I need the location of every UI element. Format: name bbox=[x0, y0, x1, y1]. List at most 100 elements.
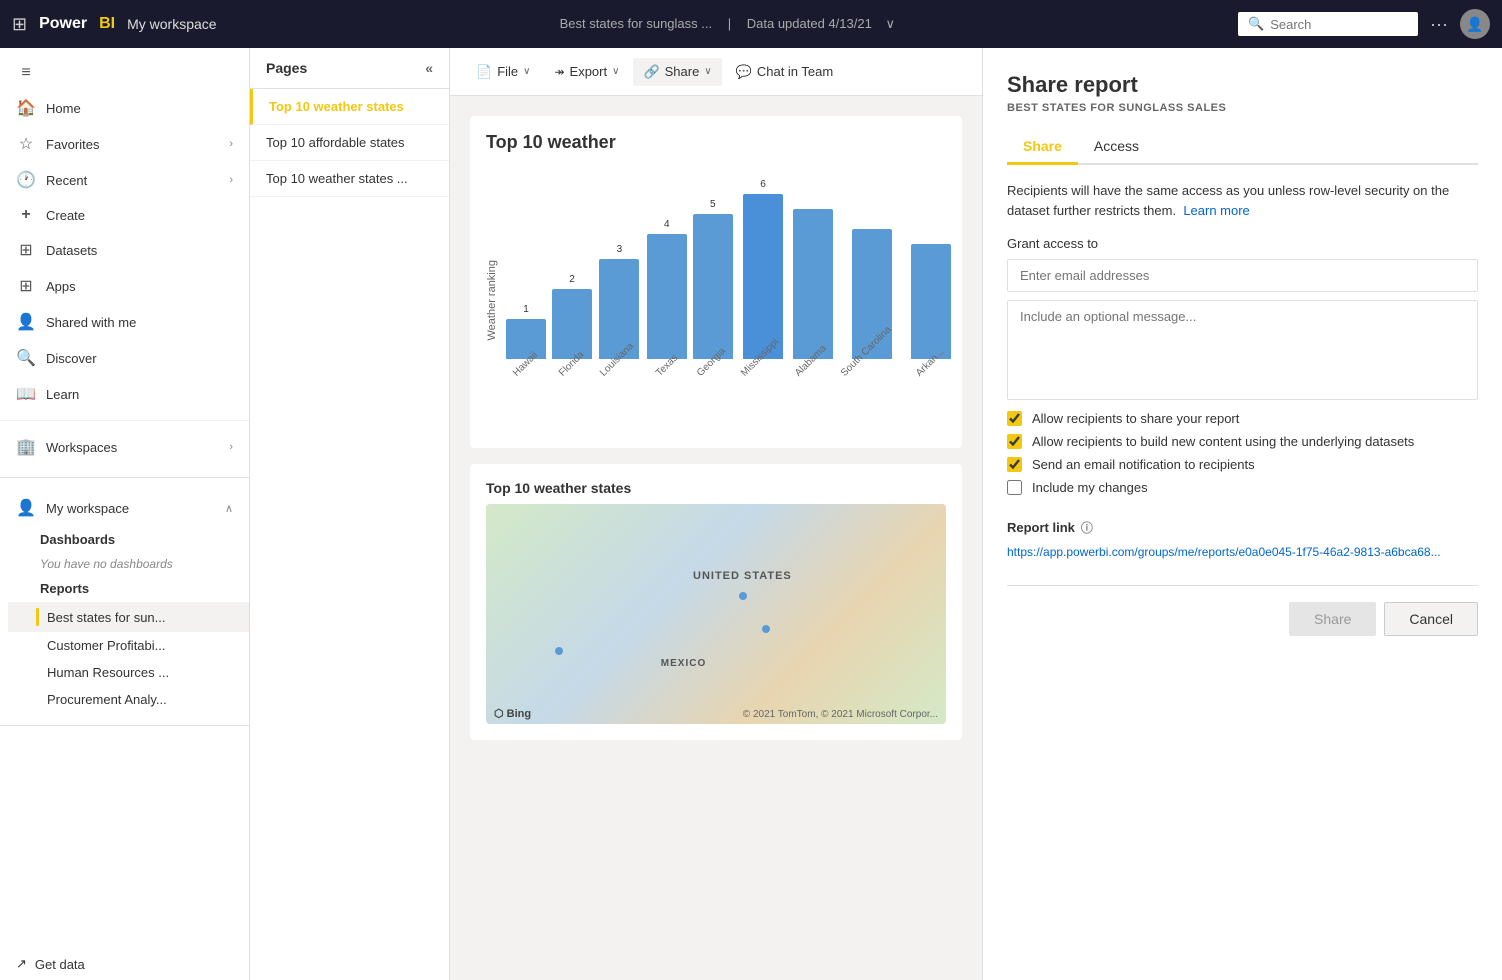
bar-chart-wrapper: Weather ranking 1 Hawaii 2 Florida bbox=[486, 169, 946, 432]
bar-florida: 2 Florida bbox=[552, 274, 592, 382]
sidebar-item-label: Create bbox=[46, 208, 85, 223]
share-link-section: Report link ⓘ https://app.powerbi.com/gr… bbox=[1007, 519, 1478, 561]
cancel-button[interactable]: Cancel bbox=[1384, 602, 1478, 636]
sidebar-workspaces[interactable]: 🏢 Workspaces › bbox=[0, 429, 249, 465]
sidebar-item-favorites[interactable]: ☆ Favorites › bbox=[0, 126, 249, 162]
share-panel-subtitle: BEST STATES FOR SUNGLASS SALES bbox=[1007, 102, 1478, 114]
tab-access-label: Access bbox=[1094, 138, 1139, 154]
map-credit: © 2021 TomTom, © 2021 Microsoft Corpor..… bbox=[743, 709, 938, 720]
report-link-text: Report link bbox=[1007, 520, 1075, 535]
chat-button[interactable]: 💬 Chat in Team bbox=[726, 58, 844, 86]
share-submit-button[interactable]: Share bbox=[1289, 602, 1376, 636]
bar-rect bbox=[793, 209, 833, 359]
workspaces-label: Workspaces bbox=[46, 440, 117, 455]
favorites-icon: ☆ bbox=[16, 134, 36, 154]
page-label: Top 10 weather states bbox=[269, 99, 404, 114]
allow-share-checkbox[interactable] bbox=[1007, 411, 1022, 426]
allow-build-label: Allow recipients to build new content us… bbox=[1032, 434, 1414, 449]
sidebar-my-workspace[interactable]: 👤 My workspace ∧ bbox=[0, 490, 249, 526]
search-input[interactable] bbox=[1270, 17, 1390, 32]
page-item-weather2[interactable]: Top 10 weather states ... bbox=[250, 161, 449, 197]
grant-access-label: Grant access to bbox=[1007, 236, 1478, 251]
sidebar-item-home[interactable]: 🏠 Home bbox=[0, 90, 249, 126]
sidebar-item-shared[interactable]: 👤 Shared with me bbox=[0, 304, 249, 340]
sidebar-item-apps[interactable]: ⊞ Apps bbox=[0, 268, 249, 304]
page-label: Top 10 affordable states bbox=[266, 135, 405, 150]
page-item-weather[interactable]: Top 10 weather states bbox=[250, 89, 449, 125]
topbar: ⊞ Power BI My workspace Best states for … bbox=[0, 0, 1502, 48]
sidebar-item-recent[interactable]: 🕐 Recent › bbox=[0, 162, 249, 198]
share-button[interactable]: 🔗 Share ∨ bbox=[633, 58, 721, 86]
avatar[interactable]: 👤 bbox=[1460, 9, 1490, 39]
export-label: Export bbox=[570, 64, 608, 79]
avatar-icon: 👤 bbox=[1466, 16, 1483, 33]
share-footer: Share Cancel bbox=[1007, 585, 1478, 636]
bar-alabama: Alabama bbox=[793, 205, 833, 382]
allow-share-label: Allow recipients to share your report bbox=[1032, 411, 1239, 426]
email-input[interactable] bbox=[1007, 259, 1478, 292]
waffle-icon[interactable]: ⊞ bbox=[12, 14, 27, 35]
bar-chart: 1 Hawaii 2 Florida 3 Louisiana bbox=[506, 169, 951, 432]
bing-logo: ⬡ Bing bbox=[494, 707, 531, 720]
sidebar-report-procurement[interactable]: Procurement Analy... bbox=[8, 686, 249, 713]
pages-collapse-btn[interactable]: « bbox=[425, 60, 433, 76]
workspace-label[interactable]: My workspace bbox=[127, 16, 216, 32]
sidebar-dashboards-header[interactable]: Dashboards bbox=[8, 526, 249, 553]
more-icon[interactable]: ··· bbox=[1430, 14, 1448, 35]
chevron-icon: › bbox=[229, 174, 233, 186]
tab-access[interactable]: Access bbox=[1078, 130, 1155, 165]
recent-icon: 🕐 bbox=[16, 170, 36, 190]
allow-build-checkbox[interactable] bbox=[1007, 434, 1022, 449]
share-icon: 🔗 bbox=[643, 64, 659, 80]
page-item-affordable[interactable]: Top 10 affordable states bbox=[250, 125, 449, 161]
learn-more-link[interactable]: Learn more bbox=[1183, 203, 1249, 218]
message-input[interactable] bbox=[1007, 300, 1478, 400]
sidebar-item-create[interactable]: + Create bbox=[0, 198, 249, 232]
share-tabs: Share Access bbox=[1007, 130, 1478, 165]
checkbox-allow-share: Allow recipients to share your report bbox=[1007, 411, 1478, 426]
tab-share-label: Share bbox=[1023, 138, 1062, 154]
map-container: Top 10 weather states UNITED STATES MEXI… bbox=[470, 464, 962, 740]
sidebar-report-sunglass[interactable]: Best states for sun... bbox=[8, 602, 249, 632]
sidebar-bottom-divider bbox=[0, 725, 249, 726]
bar-rect bbox=[743, 194, 783, 359]
get-data-label: Get data bbox=[35, 957, 85, 972]
file-button[interactable]: 📄 File ∨ bbox=[466, 58, 540, 86]
map-dot-1 bbox=[739, 592, 747, 600]
tab-share[interactable]: Share bbox=[1007, 130, 1078, 165]
y-axis-label: Weather ranking bbox=[486, 260, 498, 341]
share-panel: Share report BEST STATES FOR SUNGLASS SA… bbox=[982, 48, 1502, 980]
sidebar-item-learn[interactable]: 📖 Learn bbox=[0, 376, 249, 412]
bar-louisiana: 3 Louisiana bbox=[598, 244, 641, 382]
sidebar-report-customer[interactable]: Customer Profitabi... bbox=[8, 632, 249, 659]
chat-label: Chat in Team bbox=[757, 64, 833, 79]
search-box[interactable]: 🔍 bbox=[1238, 12, 1418, 36]
sidebar-item-datasets[interactable]: ⊞ Datasets bbox=[0, 232, 249, 268]
map-visual: UNITED STATES MEXICO ⬡ Bing © 2021 TomTo… bbox=[486, 504, 946, 724]
report-title-center[interactable]: Best states for sunglass ... | Data upda… bbox=[229, 16, 1226, 32]
sidebar-reports-header[interactable]: Reports bbox=[8, 575, 249, 602]
sidebar-item-discover[interactable]: 🔍 Discover bbox=[0, 340, 249, 376]
send-email-checkbox[interactable] bbox=[1007, 457, 1022, 472]
map-dot-2 bbox=[762, 625, 770, 633]
map-background: UNITED STATES MEXICO bbox=[486, 504, 946, 724]
include-changes-checkbox[interactable] bbox=[1007, 480, 1022, 495]
report-link-url[interactable]: https://app.powerbi.com/groups/me/report… bbox=[1007, 544, 1478, 561]
report-label: Best states for sun... bbox=[47, 610, 166, 625]
sidebar-get-data[interactable]: ↗ Get data bbox=[0, 948, 249, 980]
sidebar-report-hr[interactable]: Human Resources ... bbox=[8, 659, 249, 686]
my-workspace-chevron: ∧ bbox=[225, 502, 233, 515]
bar-arkansas: Arkan... bbox=[911, 240, 951, 382]
file-label: File bbox=[497, 64, 518, 79]
bar-georgia: 5 Georgia bbox=[693, 199, 733, 382]
chart-area: Top 10 weather Weather ranking 1 Hawaii … bbox=[450, 96, 982, 980]
chart-title: Top 10 weather bbox=[486, 132, 946, 153]
chevron-icon: › bbox=[229, 138, 233, 150]
active-indicator bbox=[36, 608, 39, 626]
data-updated-text: Data updated 4/13/21 bbox=[747, 16, 872, 31]
discover-icon: 🔍 bbox=[16, 348, 36, 368]
export-button[interactable]: ↠ Export ∨ bbox=[544, 58, 629, 85]
us-label: UNITED STATES bbox=[693, 570, 792, 582]
bar-rect bbox=[647, 234, 687, 359]
sidebar-collapse-btn[interactable]: ≡ bbox=[0, 56, 249, 90]
